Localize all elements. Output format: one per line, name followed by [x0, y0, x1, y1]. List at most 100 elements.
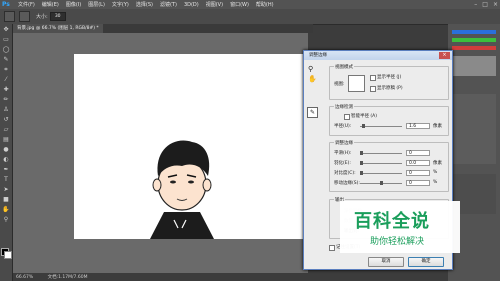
window-controls: – □ × — [474, 1, 498, 8]
feather-slider[interactable] — [360, 161, 402, 165]
close-window-button[interactable]: × — [493, 1, 498, 8]
eraser-tool-icon[interactable]: ▱ — [2, 126, 10, 134]
brush-mode-button[interactable] — [19, 11, 30, 22]
show-radius-checkbox[interactable] — [370, 75, 376, 81]
tool-preset-picker[interactable] — [4, 11, 15, 22]
adjust-edge-label: 调整边缘 — [334, 140, 354, 146]
hand-tool-icon[interactable]: ✋ — [308, 75, 317, 83]
view-mode-group: 视图模式 视图: 显示半径 (J) 显示原稿 (P) — [329, 64, 449, 100]
menu-select[interactable]: 选择(S) — [136, 1, 153, 8]
dialog-close-button[interactable]: × — [439, 52, 450, 59]
radius-slider[interactable] — [360, 124, 402, 128]
smooth-slider[interactable] — [360, 151, 402, 155]
minimize-button[interactable]: – — [474, 1, 477, 8]
menu-filter[interactable]: 滤镜(T) — [160, 1, 177, 8]
marquee-tool-icon[interactable]: ▭ — [2, 36, 10, 44]
shape-tool-icon[interactable]: ■ — [2, 196, 10, 204]
document-tab-bar: 背景.jpg @ 66.7% (图层 1, RGB/8#) * — [13, 24, 313, 33]
edge-detection-group: 边缘检测 智能半径 (A) 半径(U): 1.6 像素 — [329, 104, 449, 136]
contrast-input[interactable]: 0 — [406, 170, 430, 176]
background-color-swatch[interactable] — [4, 251, 12, 259]
size-input[interactable]: 30 — [49, 12, 66, 21]
remember-settings-checkbox[interactable] — [329, 245, 335, 251]
smooth-label: 平滑(H): — [334, 151, 352, 156]
maximize-button[interactable]: □ — [482, 1, 488, 8]
dodge-tool-icon[interactable]: ◐ — [2, 156, 10, 164]
adjust-edge-group: 调整边缘 平滑(H): 0 羽化(E): 0.0 像素 对比度(C): 0 % … — [329, 140, 449, 192]
crop-tool-icon[interactable]: ⌗ — [2, 66, 10, 74]
watermark-subtitle: 助你轻松解决 — [370, 237, 425, 247]
zoom-tool-icon[interactable]: ⚲ — [308, 65, 313, 73]
watermark-logo: 百科全说 助你轻松解决 — [340, 201, 460, 253]
zoom-level[interactable]: 66.67% — [16, 275, 33, 280]
radius-input[interactable]: 1.6 — [406, 123, 430, 129]
smooth-input[interactable]: 0 — [406, 150, 430, 156]
pen-tool-icon[interactable]: ✒ — [2, 166, 10, 174]
feather-label: 羽化(E): — [334, 161, 351, 166]
menu-bar: Ps 文件(F) 编辑(E) 图像(I) 图层(L) 文字(Y) 选择(S) 滤… — [0, 0, 500, 9]
dialog-title: 调整边缘 — [304, 51, 452, 60]
menu-3d[interactable]: 3D(D) — [184, 2, 199, 8]
refine-radius-tool-icon[interactable]: ✎ — [307, 107, 318, 118]
feather-input[interactable]: 0.0 — [406, 160, 430, 166]
menu-help[interactable]: 帮助(H) — [256, 1, 274, 8]
smart-radius-label: 智能半径 (A) — [351, 114, 378, 119]
menu-layer[interactable]: 图层(L) — [88, 1, 105, 8]
color-picker-panel[interactable] — [448, 24, 500, 84]
blur-tool-icon[interactable]: ● — [2, 146, 10, 154]
shift-edge-input[interactable]: 0 — [406, 180, 430, 186]
cancel-button[interactable]: 取消 — [368, 257, 404, 267]
feather-slider-thumb[interactable] — [360, 161, 363, 165]
contrast-label: 对比度(C): — [334, 171, 356, 176]
show-original-label: 显示原稿 (P) — [377, 86, 403, 91]
stamp-tool-icon[interactable]: ♙ — [2, 106, 10, 114]
contrast-slider-thumb[interactable] — [360, 171, 363, 175]
quick-select-tool-icon[interactable]: ✎ — [2, 56, 10, 64]
size-label: 大小: — [36, 14, 48, 20]
brush-tool-icon[interactable]: ✏ — [2, 96, 10, 104]
menu-view[interactable]: 视图(V) — [206, 1, 223, 8]
menu-window[interactable]: 窗口(W) — [230, 1, 249, 8]
history-brush-icon[interactable]: ↺ — [2, 116, 10, 124]
path-select-tool-icon[interactable]: ➤ — [2, 186, 10, 194]
move-tool-icon[interactable]: ✥ — [2, 26, 10, 34]
eyedropper-tool-icon[interactable]: ⁄ — [2, 76, 10, 84]
zoom-tool-icon[interactable]: ⚲ — [2, 216, 10, 224]
ok-button[interactable]: 确定 — [408, 257, 444, 267]
contrast-unit: % — [433, 170, 438, 175]
view-label: 视图: — [334, 82, 345, 87]
cartoon-boy-illustration — [150, 140, 214, 239]
edge-detection-label: 边缘检测 — [334, 104, 354, 110]
canvas-area[interactable] — [13, 33, 308, 273]
lasso-tool-icon[interactable]: ◯ — [2, 46, 10, 54]
feather-unit: 像素 — [433, 161, 442, 166]
menu-type[interactable]: 文字(Y) — [112, 1, 129, 8]
hand-tool-icon[interactable]: ✋ — [2, 206, 10, 214]
shift-edge-slider[interactable] — [360, 181, 402, 185]
shift-edge-slider-thumb[interactable] — [380, 181, 383, 185]
view-mode-label: 视图模式 — [334, 64, 354, 70]
show-original-checkbox[interactable] — [370, 86, 376, 92]
menu-file[interactable]: 文件(F) — [18, 1, 35, 8]
document-canvas[interactable] — [74, 54, 308, 239]
adjustments-panel[interactable] — [452, 94, 496, 164]
shift-edge-unit: % — [433, 180, 438, 185]
photoshop-logo: Ps — [2, 0, 10, 8]
view-thumbnail-dropdown[interactable] — [348, 75, 365, 92]
options-bar: 大小: 30 — [0, 9, 500, 25]
menu-edit[interactable]: 编辑(E) — [42, 1, 59, 8]
smooth-slider-thumb[interactable] — [360, 151, 363, 155]
radius-unit: 像素 — [433, 124, 442, 129]
watermark-title: 百科全说 — [354, 211, 430, 232]
healing-tool-icon[interactable]: ✚ — [2, 86, 10, 94]
type-tool-icon[interactable]: T — [2, 176, 10, 184]
gradient-tool-icon[interactable]: ▤ — [2, 136, 10, 144]
smart-radius-checkbox[interactable] — [344, 114, 350, 120]
tools-panel: ✥ ▭ ◯ ✎ ⌗ ⁄ ✚ ✏ ♙ ↺ ▱ ▤ ● ◐ ✒ T ➤ ■ ✋ ⚲ — [0, 24, 13, 281]
shift-edge-label: 移动边缘(S): — [334, 181, 360, 186]
radius-slider-thumb[interactable] — [362, 124, 365, 128]
menu-image[interactable]: 图像(I) — [66, 1, 81, 8]
radius-label: 半径(U): — [334, 124, 352, 129]
contrast-slider[interactable] — [360, 171, 402, 175]
document-tab[interactable]: 背景.jpg @ 66.7% (图层 1, RGB/8#) * — [13, 24, 103, 33]
